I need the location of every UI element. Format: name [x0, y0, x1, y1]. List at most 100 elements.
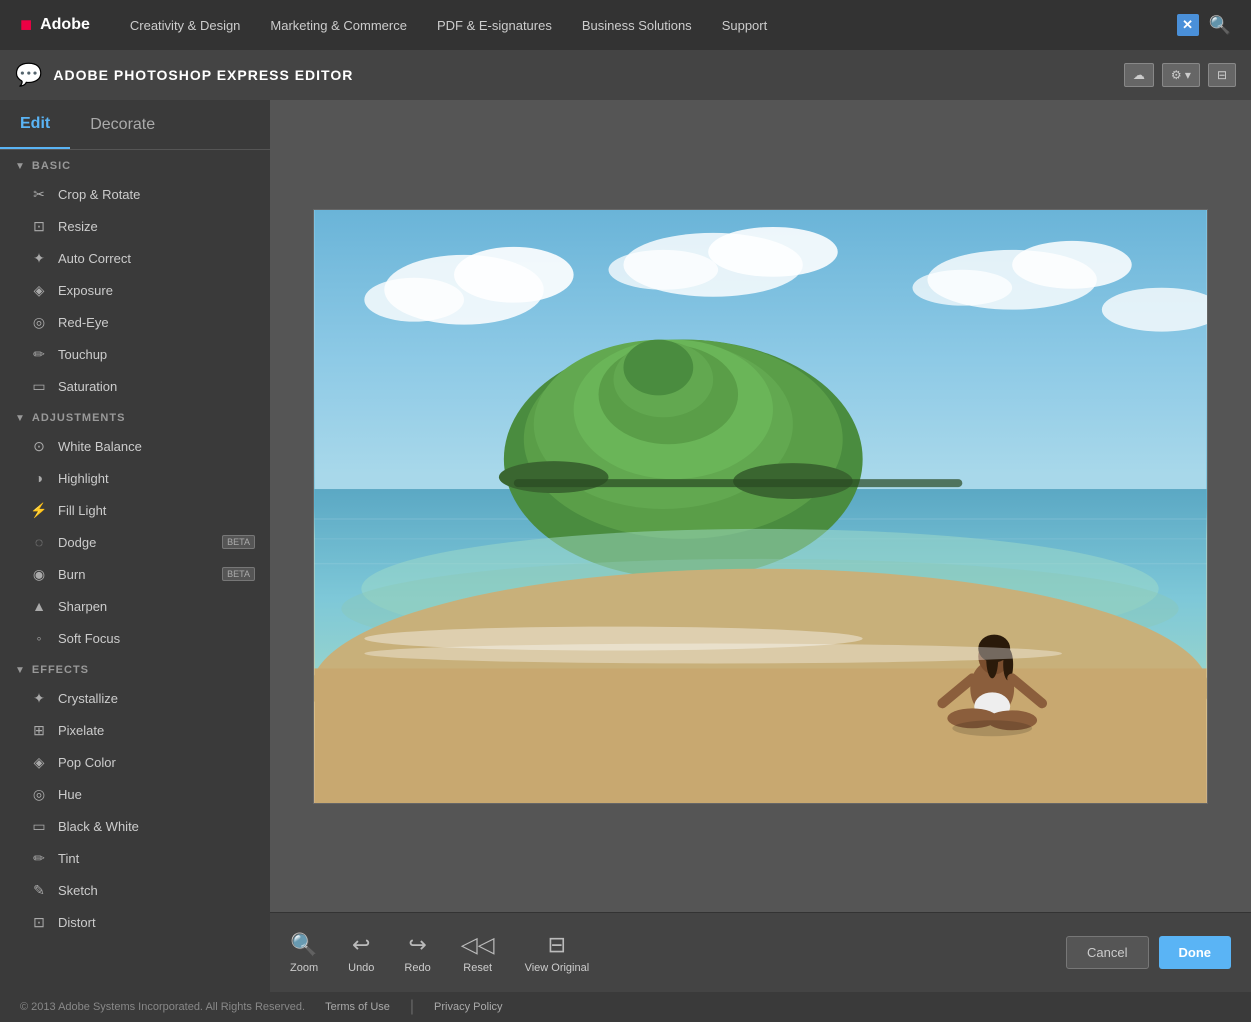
zoom-label: Zoom: [290, 962, 318, 974]
sidebar-item-pixelate[interactable]: ⊞ Pixelate: [0, 714, 270, 746]
saturation-icon: ▭: [30, 377, 48, 395]
sidebar-item-label: Exposure: [58, 283, 113, 298]
sidebar-item-crystallize[interactable]: ✦ Crystallize: [0, 682, 270, 714]
nav-link-creativity[interactable]: Creativity & Design: [130, 18, 241, 33]
sidebar-item-sketch[interactable]: ✎ Sketch: [0, 874, 270, 906]
sidebar-item-white-balance[interactable]: ⊙ White Balance: [0, 430, 270, 462]
zoom-tool[interactable]: 🔍 Zoom: [290, 932, 318, 974]
brand-name: Adobe: [40, 16, 90, 34]
pixelate-icon: ⊞: [30, 721, 48, 739]
sidebar-item-saturation[interactable]: ▭ Saturation: [0, 370, 270, 402]
sidebar-item-red-eye[interactable]: ◎ Red-Eye: [0, 306, 270, 338]
sidebar-item-tint[interactable]: ✏ Tint: [0, 842, 270, 874]
app-title: 💬 ADOBE PHOTOSHOP EXPRESS EDITOR: [15, 62, 353, 88]
app-title-text: ADOBE PHOTOSHOP EXPRESS EDITOR: [53, 67, 353, 83]
sketch-icon: ✎: [30, 881, 48, 899]
sidebar-item-resize[interactable]: ⊡ Resize: [0, 210, 270, 242]
sidebar-item-label: Tint: [58, 851, 79, 866]
tab-edit[interactable]: Edit: [0, 100, 70, 149]
hue-icon: ◎: [30, 785, 48, 803]
sidebar: Edit Decorate ▼ BASIC ✂ Crop & Rotate ⊡ …: [0, 100, 270, 992]
undo-label: Undo: [348, 962, 374, 974]
sidebar-item-exposure[interactable]: ◈ Exposure: [0, 274, 270, 306]
touchup-icon: ✏: [30, 345, 48, 363]
settings-tool-button[interactable]: ⚙ ▾: [1162, 63, 1200, 87]
sidebar-item-label: Sketch: [58, 883, 98, 898]
canvas-area: 🔍 Zoom ↩ Undo ↪ Redo ◁◁ Reset ⊟ View: [270, 100, 1251, 992]
dodge-icon: ◌: [30, 533, 48, 551]
sidebar-item-highlight[interactable]: ◑ Highlight: [0, 462, 270, 494]
adobe-logo[interactable]: ■ Adobe: [20, 14, 90, 37]
nav-link-marketing[interactable]: Marketing & Commerce: [270, 18, 407, 33]
nav-link-pdf[interactable]: PDF & E-signatures: [437, 18, 552, 33]
toolbar-actions: Cancel Done: [1066, 936, 1231, 969]
sidebar-item-label: Crop & Rotate: [58, 187, 140, 202]
sidebar-item-sharpen[interactable]: ▲ Sharpen: [0, 590, 270, 622]
sidebar-item-fill-light[interactable]: ⚡ Fill Light: [0, 494, 270, 526]
main-layout: Edit Decorate ▼ BASIC ✂ Crop & Rotate ⊡ …: [0, 100, 1251, 992]
sidebar-item-hue[interactable]: ◎ Hue: [0, 778, 270, 810]
sidebar-item-label: Fill Light: [58, 503, 106, 518]
view-tool-button[interactable]: ⊟: [1208, 63, 1236, 87]
view-original-label: View Original: [525, 962, 590, 974]
view-original-tool[interactable]: ⊟ View Original: [525, 932, 590, 974]
canvas-image: [313, 209, 1208, 804]
sidebar-item-label: Dodge: [58, 535, 96, 550]
auto-correct-icon: ✦: [30, 249, 48, 267]
nav-links: Creativity & Design Marketing & Commerce…: [130, 18, 1137, 33]
ps-logo-icon: 💬: [15, 62, 43, 88]
app-footer: © 2013 Adobe Systems Incorporated. All R…: [0, 992, 1251, 1022]
section-basic-header: ▼ BASIC: [0, 150, 270, 178]
sidebar-item-label: Distort: [58, 915, 96, 930]
pop-color-icon: ◈: [30, 753, 48, 771]
undo-tool[interactable]: ↩ Undo: [348, 932, 374, 974]
top-navigation: ■ Adobe Creativity & Design Marketing & …: [0, 0, 1251, 50]
footer-privacy-link[interactable]: Privacy Policy: [434, 1001, 502, 1013]
cloud-tool-button[interactable]: ☁: [1124, 63, 1154, 87]
footer-separator: |: [410, 998, 414, 1016]
cancel-button[interactable]: Cancel: [1066, 936, 1148, 969]
crystallize-icon: ✦: [30, 689, 48, 707]
nav-link-business[interactable]: Business Solutions: [582, 18, 692, 33]
redo-tool[interactable]: ↪ Redo: [404, 932, 430, 974]
section-adjustments-label: ADJUSTMENTS: [32, 412, 126, 424]
footer-copyright: © 2013 Adobe Systems Incorporated. All R…: [20, 1001, 305, 1013]
sidebar-item-pop-color[interactable]: ◈ Pop Color: [0, 746, 270, 778]
app-header-tools: ☁ ⚙ ▾ ⊟: [1124, 63, 1236, 87]
scene-svg: [314, 210, 1207, 803]
white-balance-icon: ⊙: [30, 437, 48, 455]
red-eye-icon: ◎: [30, 313, 48, 331]
sidebar-item-label: Touchup: [58, 347, 107, 362]
adjustments-arrow-icon: ▼: [15, 413, 26, 424]
reset-tool[interactable]: ◁◁ Reset: [461, 932, 495, 974]
sidebar-item-dodge[interactable]: ◌ Dodge BETA: [0, 526, 270, 558]
sidebar-item-burn[interactable]: ◉ Burn BETA: [0, 558, 270, 590]
dodge-beta-badge: BETA: [222, 535, 255, 549]
resize-icon: ⊡: [30, 217, 48, 235]
sidebar-item-label: Red-Eye: [58, 315, 109, 330]
done-button[interactable]: Done: [1159, 936, 1232, 969]
undo-icon: ↩: [352, 932, 370, 958]
sidebar-item-distort[interactable]: ⊡ Distort: [0, 906, 270, 938]
sidebar-item-label: Pop Color: [58, 755, 116, 770]
sidebar-item-crop-rotate[interactable]: ✂ Crop & Rotate: [0, 178, 270, 210]
sharpen-icon: ▲: [30, 597, 48, 615]
zoom-icon: 🔍: [290, 932, 317, 958]
footer-terms-link[interactable]: Terms of Use: [325, 1001, 390, 1013]
section-adjustments-header: ▼ ADJUSTMENTS: [0, 402, 270, 430]
sidebar-item-label: Burn: [58, 567, 85, 582]
tab-decorate[interactable]: Decorate: [70, 100, 175, 149]
section-basic-label: BASIC: [32, 160, 71, 172]
exposure-icon: ◈: [30, 281, 48, 299]
sidebar-item-soft-focus[interactable]: ◦ Soft Focus: [0, 622, 270, 654]
close-button[interactable]: ✕: [1177, 14, 1199, 36]
search-icon[interactable]: 🔍: [1209, 15, 1231, 36]
sidebar-item-label: Sharpen: [58, 599, 107, 614]
sidebar-item-touchup[interactable]: ✏ Touchup: [0, 338, 270, 370]
nav-link-support[interactable]: Support: [722, 18, 768, 33]
section-effects-label: EFFECTS: [32, 664, 89, 676]
app-header: 💬 ADOBE PHOTOSHOP EXPRESS EDITOR ☁ ⚙ ▾ ⊟: [0, 50, 1251, 100]
sidebar-item-label: Soft Focus: [58, 631, 120, 646]
sidebar-item-auto-correct[interactable]: ✦ Auto Correct: [0, 242, 270, 274]
sidebar-item-black-white[interactable]: ▭ Black & White: [0, 810, 270, 842]
